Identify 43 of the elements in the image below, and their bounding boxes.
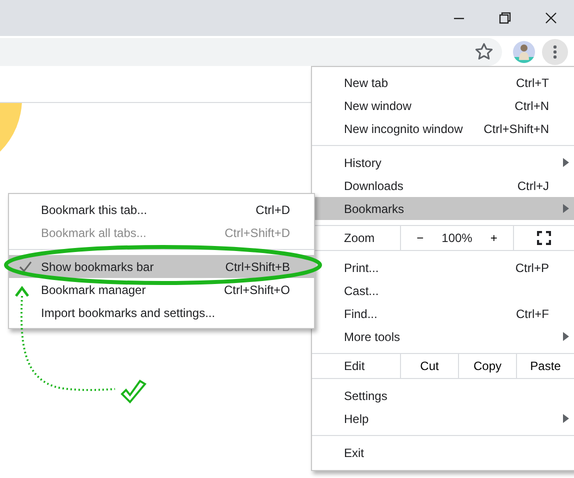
menu-item[interactable]: New tab Ctrl+T (312, 71, 574, 94)
menu-item[interactable]: History (312, 151, 574, 174)
shortcut-text: Ctrl+Shift+N (484, 120, 549, 138)
menu-item[interactable]: More tools (312, 325, 574, 348)
shortcut-text: Ctrl+P (515, 260, 549, 276)
restore-icon (499, 12, 511, 24)
submenu-arrow-icon (563, 158, 569, 167)
shortcut-text: Ctrl+D (256, 202, 290, 218)
avatar-icon[interactable] (512, 40, 536, 64)
submenu-arrow-icon (563, 414, 569, 423)
shortcut-text: Ctrl+T (516, 74, 549, 92)
menu-item[interactable]: Bookmarks (312, 197, 574, 220)
zoom-level: 100% (442, 230, 472, 247)
submenu-arrow-icon (563, 204, 569, 213)
menu-item[interactable]: Downloads Ctrl+J (312, 174, 574, 197)
submenu-item[interactable]: Bookmark manager Ctrl+Shift+O (9, 278, 314, 301)
menu-item[interactable]: Print... Ctrl+P (312, 256, 574, 279)
edit-label: Edit (343, 358, 366, 375)
close-icon (545, 12, 557, 24)
submenu-arrow-icon (563, 332, 569, 341)
menu-item[interactable]: Cast... (312, 279, 574, 302)
check-mark-icon (120, 380, 147, 404)
more-icon (553, 45, 557, 59)
submenu-item[interactable]: Show bookmarks bar Ctrl+Shift+B (9, 255, 314, 278)
shortcut-text: Ctrl+Shift+O (224, 282, 290, 298)
submenu-item[interactable]: Bookmark this tab... Ctrl+D (9, 198, 314, 221)
shortcut-text: Ctrl+F (516, 306, 549, 322)
zoom-label: Zoom (343, 230, 376, 247)
menu-button[interactable] (542, 39, 568, 65)
fullscreen-icon[interactable] (537, 231, 551, 245)
shortcut-text: Ctrl+N (514, 98, 549, 114)
menu-item[interactable]: Help (312, 407, 574, 430)
zoom-in-button[interactable]: + (484, 229, 504, 247)
menu-item[interactable]: Settings (312, 384, 574, 407)
menu-item[interactable]: New incognito window Ctrl+Shift+N (312, 117, 574, 140)
shortcut-text: Ctrl+J (517, 178, 549, 194)
menu-item[interactable]: New window Ctrl+N (312, 94, 574, 117)
menu-item[interactable]: Find... Ctrl+F (312, 302, 574, 325)
submenu-item[interactable]: Import bookmarks and settings... (9, 301, 314, 324)
shortcut-text: Ctrl+Shift+D (224, 224, 290, 242)
zoom-out-button[interactable]: − (410, 229, 430, 247)
shortcut-text: Ctrl+Shift+B (225, 258, 290, 276)
menu-item[interactable]: Exit (312, 441, 574, 464)
